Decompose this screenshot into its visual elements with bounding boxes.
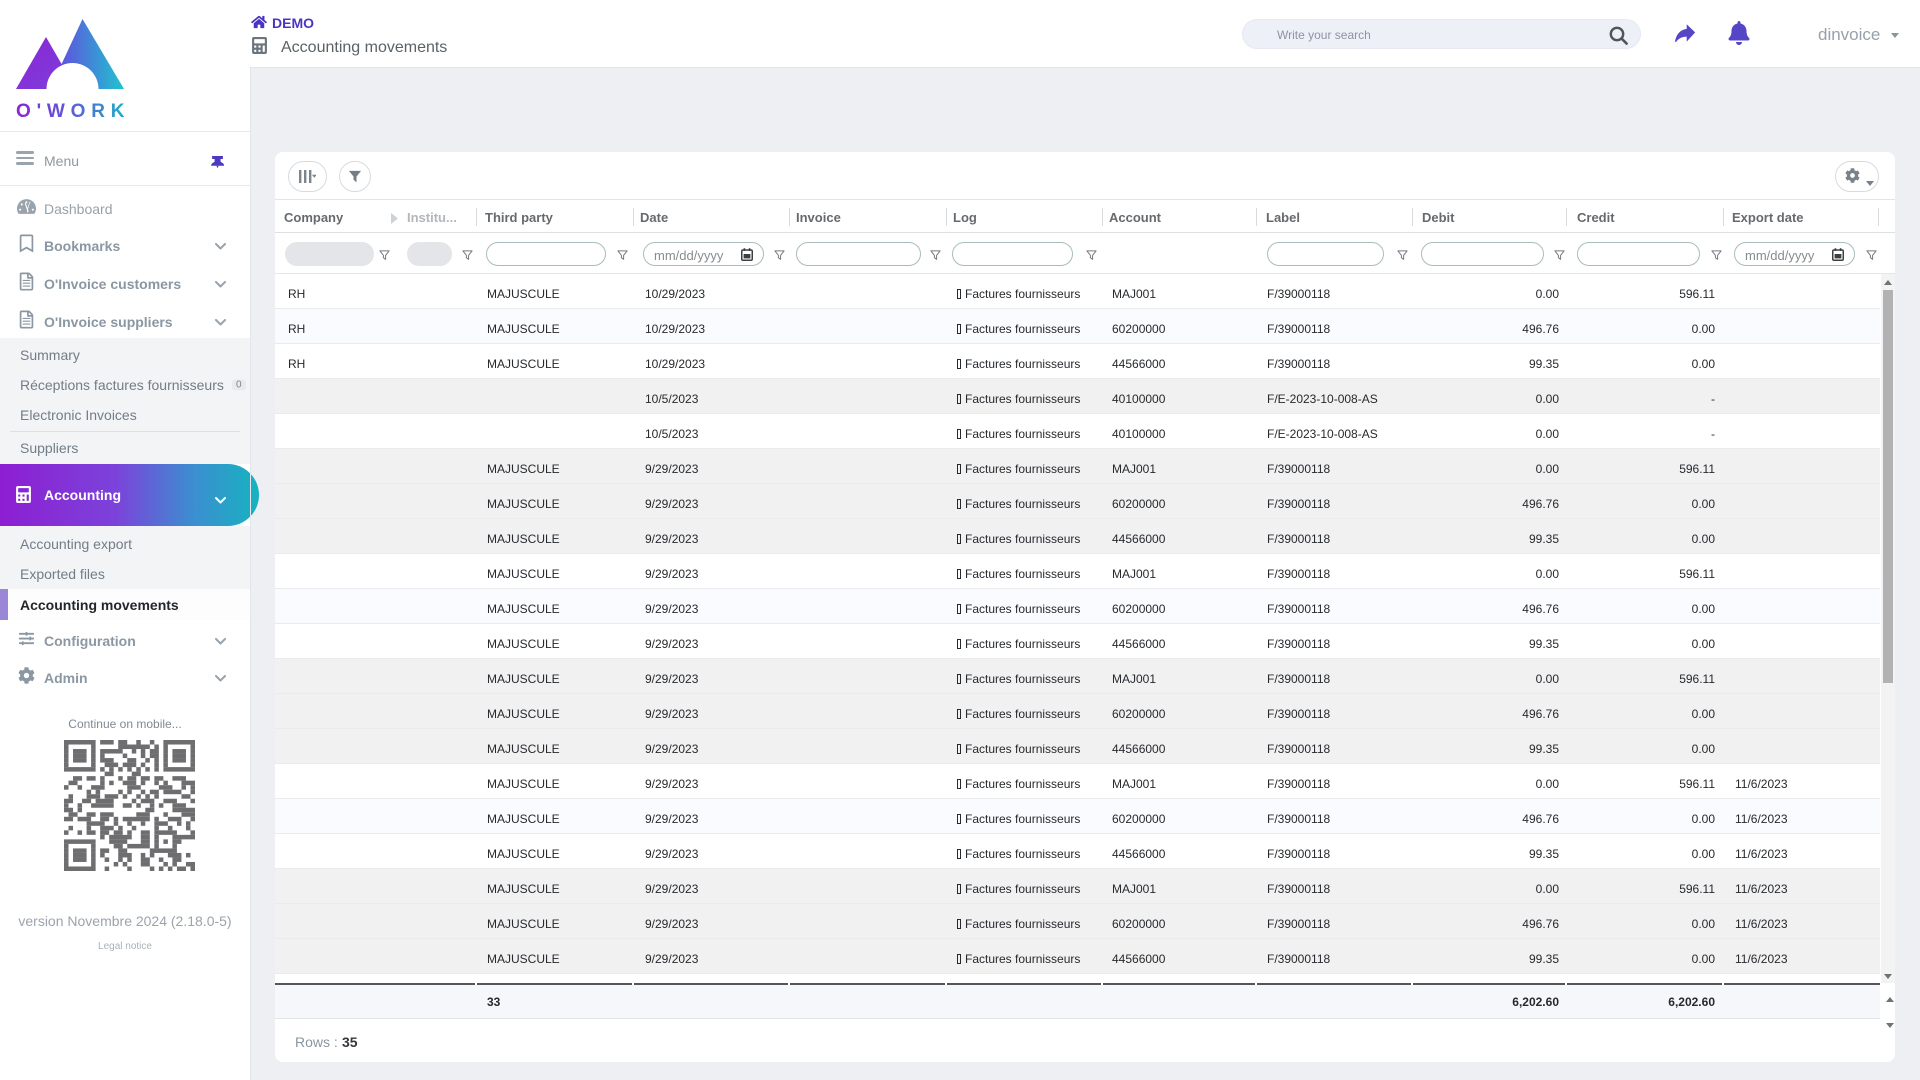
svg-text:O'WORK: O'WORK bbox=[16, 101, 130, 122]
